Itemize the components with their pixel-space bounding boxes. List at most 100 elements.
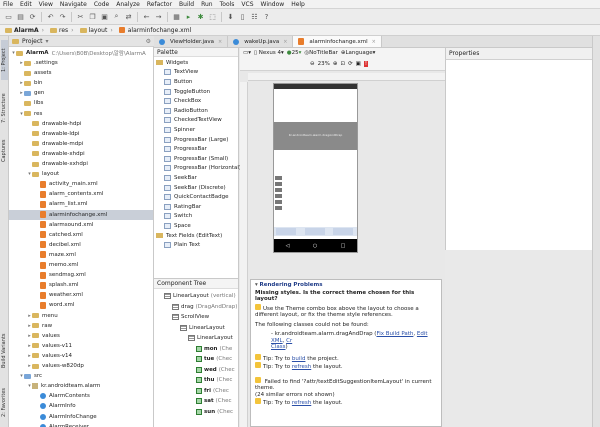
component-tree-row[interactable]: LinearLayout — [188, 333, 235, 343]
help-icon[interactable]: ? — [261, 11, 272, 22]
cut-icon[interactable]: ✂ — [75, 11, 86, 22]
menu-vcs[interactable]: VCS — [241, 1, 253, 8]
menu-tools[interactable]: Tools — [220, 1, 235, 8]
component-tree-row[interactable]: sun (Chec — [196, 407, 233, 417]
create-class-link-cont[interactable]: Class — [271, 344, 285, 350]
open-folder-icon[interactable]: ▭ — [3, 11, 14, 22]
side-tab-structure[interactable]: 7: Structure — [1, 86, 8, 130]
save-all-icon[interactable]: ▤ — [15, 11, 26, 22]
tree-item[interactable]: ▾ src — [9, 371, 153, 381]
tree-item[interactable]: libs — [9, 98, 153, 108]
refresh-link-2[interactable]: refresh — [292, 400, 311, 406]
component-tree-row[interactable]: drag (DragAndDrap) — [172, 302, 237, 312]
palette-item[interactable]: Plain Text — [164, 240, 200, 250]
palette-item[interactable]: ToggleButton — [164, 87, 210, 97]
undo-icon[interactable]: ↶ — [45, 11, 56, 22]
tree-item[interactable]: ▾ layout — [9, 169, 153, 179]
tree-item[interactable]: decibel.xml — [9, 240, 153, 250]
component-tree-row[interactable]: ScrollView — [172, 312, 211, 322]
tree-item[interactable]: ▸ values — [9, 331, 153, 341]
tree-item[interactable]: memo.xml — [9, 260, 153, 270]
palette-item[interactable]: Button — [164, 77, 192, 87]
language-selector[interactable]: ⊕Language▾ — [341, 50, 376, 56]
tree-item[interactable]: AlarmInfoChange — [9, 412, 153, 422]
palette-item[interactable]: RatingBar — [164, 202, 201, 212]
menu-window[interactable]: Window — [261, 1, 285, 8]
tree-root[interactable]: ▾ AlarmA C:\Users\B0B\Desktop\알람\AlarmA — [9, 48, 153, 58]
menu-edit[interactable]: Edit — [20, 1, 32, 8]
component-tree-row[interactable]: LinearLayout (vertical) — [164, 291, 236, 301]
menu-code[interactable]: Code — [94, 1, 109, 8]
tree-item[interactable]: ▾ res — [9, 109, 153, 119]
palette-group[interactable]: Widgets — [156, 58, 188, 68]
tree-item[interactable]: ▸ .settings — [9, 58, 153, 68]
close-icon[interactable]: × — [283, 39, 287, 45]
sync-icon[interactable]: ⟳ — [27, 11, 38, 22]
attach-icon[interactable]: ⬚ — [207, 11, 218, 22]
side-tab-captures[interactable]: Captures — [1, 136, 8, 166]
tree-item[interactable]: activity_main.xml — [9, 179, 153, 189]
palette-item[interactable]: CheckBox — [164, 96, 201, 106]
palette-item[interactable]: QuickContactBadge — [164, 192, 228, 202]
zoom-fit-icon[interactable]: ⊡ — [340, 61, 345, 67]
refresh-render-icon[interactable]: ⟳ — [348, 61, 353, 67]
create-class-link[interactable]: Cr — [286, 338, 292, 344]
debug-icon[interactable]: ✱ — [195, 11, 206, 22]
component-tree-row[interactable]: fri (Chec — [196, 386, 229, 396]
tree-item[interactable]: drawable-hdpi — [9, 119, 153, 129]
component-tree-row[interactable]: thu (Chec — [196, 375, 232, 385]
tree-item[interactable]: alarm_contents.xml — [9, 189, 153, 199]
render-error-icon[interactable]: ! — [363, 61, 369, 67]
tree-item[interactable]: assets — [9, 68, 153, 78]
breadcrumb-item-res[interactable]: res › — [47, 26, 77, 35]
project-view-chevron-icon[interactable]: ▾ — [46, 38, 49, 45]
menu-view[interactable]: View — [39, 1, 53, 8]
side-tab-project[interactable]: 1: Project — [1, 40, 8, 80]
close-icon[interactable]: × — [218, 39, 222, 45]
copy-icon[interactable]: ❐ — [87, 11, 98, 22]
build-link[interactable]: build — [292, 356, 306, 362]
collapse-icon[interactable]: ▾ — [255, 282, 258, 288]
palette-group[interactable]: Text Fields (EditText) — [156, 231, 222, 241]
menu-analyze[interactable]: Analyze — [116, 1, 140, 8]
zoom-out-icon[interactable]: ⊖ — [310, 61, 315, 67]
sdk-manager-icon[interactable]: ⬇ — [225, 11, 236, 22]
tree-item[interactable]: AlarmContents — [9, 391, 153, 401]
component-tree-row[interactable]: sat (Chec — [196, 396, 232, 406]
device-preview[interactable]: Kr.androidteam.alarm.dragAndDrap ◁ ○ □ — [273, 83, 358, 253]
breadcrumb-item-file[interactable]: alarminfochange.xml — [116, 26, 195, 35]
palette-item[interactable]: RadioButton — [164, 106, 208, 116]
tree-item[interactable]: splash.xml — [9, 280, 153, 290]
avd-manager-icon[interactable]: ▯ — [237, 11, 248, 22]
tree-item[interactable]: ▸ raw — [9, 321, 153, 331]
menu-run[interactable]: Run — [201, 1, 213, 8]
tree-item[interactable]: catched.xml — [9, 230, 153, 240]
tree-item[interactable]: AlarmReceiver — [9, 422, 153, 427]
project-panel-title[interactable]: Project — [22, 38, 43, 45]
tree-item[interactable]: ▸ values-v11 — [9, 341, 153, 351]
palette-item[interactable]: SeekBar (Discrete) — [164, 183, 226, 193]
editor-tab[interactable]: alarminfochange.xml × — [293, 36, 382, 47]
tree-item[interactable]: drawable-xhdpi — [9, 149, 153, 159]
menu-build[interactable]: Build — [179, 1, 194, 8]
panel-settings-icon[interactable]: ⚙ — [146, 38, 151, 45]
tree-item[interactable]: ▸ bin — [9, 78, 153, 88]
find-icon[interactable]: ⌕ — [111, 11, 122, 22]
make-project-icon[interactable]: ▦ — [171, 11, 182, 22]
palette-item[interactable]: ProgressBar (Large) — [164, 135, 228, 145]
tree-item[interactable]: alarmsound.xml — [9, 220, 153, 230]
palette-item[interactable]: Switch — [164, 212, 192, 222]
forward-icon[interactable]: → — [153, 11, 164, 22]
side-tab-build-variants[interactable]: Build Variants — [1, 326, 8, 376]
zoom-in-icon[interactable]: ⊕ — [333, 61, 338, 67]
fix-build-path-link[interactable]: Fix Build Path — [376, 331, 413, 337]
tree-item[interactable]: ▸ values-v14 — [9, 351, 153, 361]
tree-item[interactable]: drawable-xxhdpi — [9, 159, 153, 169]
palette-item[interactable]: Spinner — [164, 125, 195, 135]
tree-item[interactable]: word.xml — [9, 300, 153, 310]
tree-item[interactable]: ▸ menu — [9, 311, 153, 321]
component-tree-row[interactable]: wed (Chec — [196, 365, 235, 375]
palette-item[interactable]: TextView — [164, 68, 198, 78]
tree-item[interactable]: ▸ values-w820dp — [9, 361, 153, 371]
component-tree-row[interactable]: mon (Che — [196, 344, 232, 354]
